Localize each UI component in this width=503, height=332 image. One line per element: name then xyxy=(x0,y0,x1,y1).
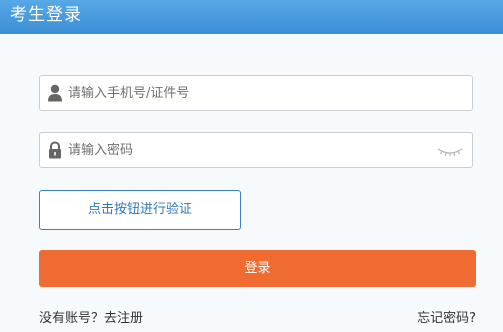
phone-field-wrapper xyxy=(39,75,473,111)
user-icon xyxy=(47,84,63,102)
password-input[interactable] xyxy=(68,133,438,167)
login-button[interactable]: 登录 xyxy=(39,250,476,287)
login-header: 考生登录 xyxy=(0,0,503,34)
verify-button[interactable]: 点击按钮进行验证 xyxy=(39,190,241,230)
eye-closed-icon[interactable] xyxy=(436,143,464,157)
no-account-text: 没有账号？ xyxy=(39,311,105,326)
page-title: 考生登录 xyxy=(10,5,82,25)
password-field-wrapper xyxy=(39,132,473,168)
forgot-password-link[interactable]: 忘记密码? xyxy=(417,310,476,328)
register-prompt: 没有账号？去注册 xyxy=(39,310,143,328)
phone-input[interactable] xyxy=(68,76,438,110)
register-link[interactable]: 去注册 xyxy=(104,311,143,326)
lock-icon xyxy=(47,141,63,159)
